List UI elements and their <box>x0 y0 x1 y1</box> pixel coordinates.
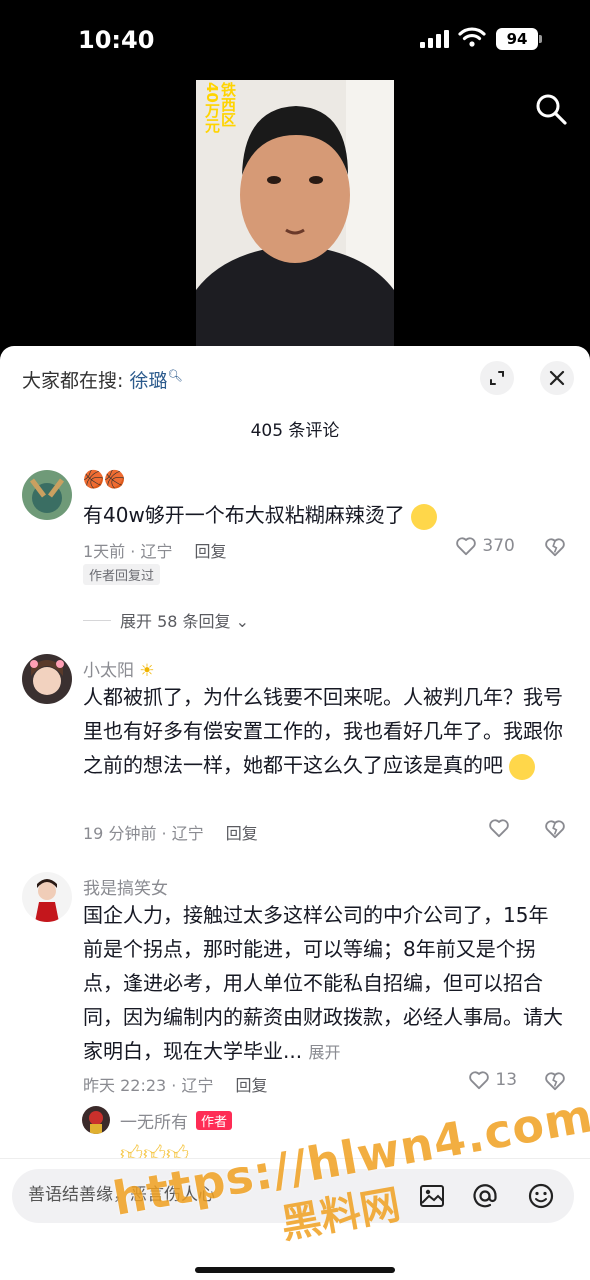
heart-icon <box>469 1071 489 1090</box>
trending-prefix: 大家都在搜: <box>22 370 124 392</box>
avatar[interactable] <box>22 470 72 520</box>
dislike-button[interactable] <box>544 536 566 557</box>
comment-text-body: 国企人力，接触过太多这样公司的中介公司了，15年前是个拐点，那时能进，可以等编；… <box>83 903 563 1063</box>
expand-replies-label: 展开 58 条回复 <box>120 612 231 631</box>
wifi-icon <box>458 27 486 47</box>
dislike-button[interactable] <box>544 1070 566 1091</box>
trending-search-icon: 🔍︎ <box>167 368 183 383</box>
close-icon <box>549 370 565 386</box>
home-indicator <box>195 1267 395 1273</box>
like-count: 370 <box>482 536 515 556</box>
video-caption: 铁西区40万元 <box>203 82 237 133</box>
comment-sheet: 大家都在搜: 徐璐🔍︎ 405 条评论 🏀🏀 有40w够开一个布大叔粘糊麻辣烫了… <box>0 346 590 1280</box>
sun-emoji-icon: ☀ <box>139 661 155 681</box>
mention-icon[interactable] <box>470 1181 500 1211</box>
like-button[interactable]: 13 <box>468 1070 517 1090</box>
comment-text: 人都被抓了，为什么钱要不回来呢。人被判几年？我号里也有好多有偿安置工作的，我也看… <box>83 680 563 816</box>
comment-time-location: 昨天 22:23 · 辽宁 <box>83 1076 214 1095</box>
status-bar: 10:40 94 <box>0 0 590 80</box>
comment-text: 有40w够开一个布大叔粘糊麻辣烫了 <box>83 498 563 532</box>
broken-heart-icon <box>545 819 565 838</box>
cellular-signal-icon <box>420 30 450 48</box>
comment-input-bar <box>0 1158 590 1280</box>
reply-button[interactable]: 回复 <box>194 542 226 561</box>
comment-text-body: 人都被抓了，为什么钱要不回来呢。人被判几年？我号里也有好多有偿安置工作的，我也看… <box>83 685 563 777</box>
broken-heart-icon <box>545 537 565 556</box>
dislike-button[interactable] <box>544 818 566 839</box>
search-icon[interactable] <box>534 92 568 126</box>
close-sheet-button[interactable] <box>540 361 574 395</box>
comment-text-body: 有40w够开一个布大叔粘糊麻辣烫了 <box>83 503 405 527</box>
expand-icon <box>490 371 504 385</box>
comment-meta: 昨天 22:23 · 辽宁 回复 <box>83 1072 267 1096</box>
expand-comment-link[interactable]: 展开 <box>308 1043 340 1062</box>
comment-time-location: 19 分钟前 · 辽宁 <box>83 824 204 843</box>
trending-search[interactable]: 大家都在搜: 徐璐🔍︎ <box>22 366 183 393</box>
divider <box>83 620 111 621</box>
status-time: 10:40 <box>78 26 155 54</box>
broken-heart-icon <box>545 1071 565 1090</box>
avatar[interactable] <box>82 1106 110 1134</box>
comment-author[interactable]: 🏀🏀 <box>83 470 125 490</box>
smile-emoji-icon <box>411 503 438 530</box>
comment-author[interactable]: 小太阳 ☀ <box>83 656 155 681</box>
author-name: 小太阳 <box>83 661 134 681</box>
author-replied-badge: 作者回复过 <box>83 564 161 585</box>
expand-sheet-button[interactable] <box>480 361 514 395</box>
comment-count: 405 条评论 <box>250 421 340 441</box>
video-player[interactable]: 铁西区40万元 <box>196 80 394 346</box>
comment-text: 国企人力，接触过太多这样公司的中介公司了，15年前是个拐点，那时能进，可以等编；… <box>83 898 563 1068</box>
crying-laughing-emoji-icon <box>509 753 536 780</box>
like-button[interactable] <box>488 818 510 838</box>
comment-time-location: 1天前 · 辽宁 <box>83 542 173 561</box>
reply-author[interactable]: 一无所有 作者 <box>120 1108 233 1133</box>
heart-icon <box>456 537 476 556</box>
comment-input-container <box>12 1169 574 1223</box>
avatar[interactable] <box>22 654 72 704</box>
battery-indicator: 94 <box>496 28 542 50</box>
trending-keyword[interactable]: 徐璐 <box>129 370 167 392</box>
reply-button[interactable]: 回复 <box>226 824 258 843</box>
emoji-icon[interactable] <box>526 1181 556 1211</box>
like-button[interactable]: 370 <box>455 536 515 556</box>
like-count: 13 <box>495 1070 518 1090</box>
comment-meta: 19 分钟前 · 辽宁 回复 <box>83 820 258 844</box>
author-tag: 作者 <box>196 1111 233 1130</box>
comment-author[interactable]: 我是搞笑女 <box>83 874 168 899</box>
avatar[interactable] <box>22 872 72 922</box>
author-name: 一无所有 <box>120 1113 188 1133</box>
heart-icon <box>489 819 509 838</box>
image-icon[interactable] <box>417 1181 447 1211</box>
chevron-down-icon: ⌄ <box>235 612 250 631</box>
comment-input[interactable] <box>28 1179 408 1211</box>
reply-button[interactable]: 回复 <box>235 1076 267 1095</box>
comment-meta: 1天前 · 辽宁 回复 <box>83 538 226 562</box>
